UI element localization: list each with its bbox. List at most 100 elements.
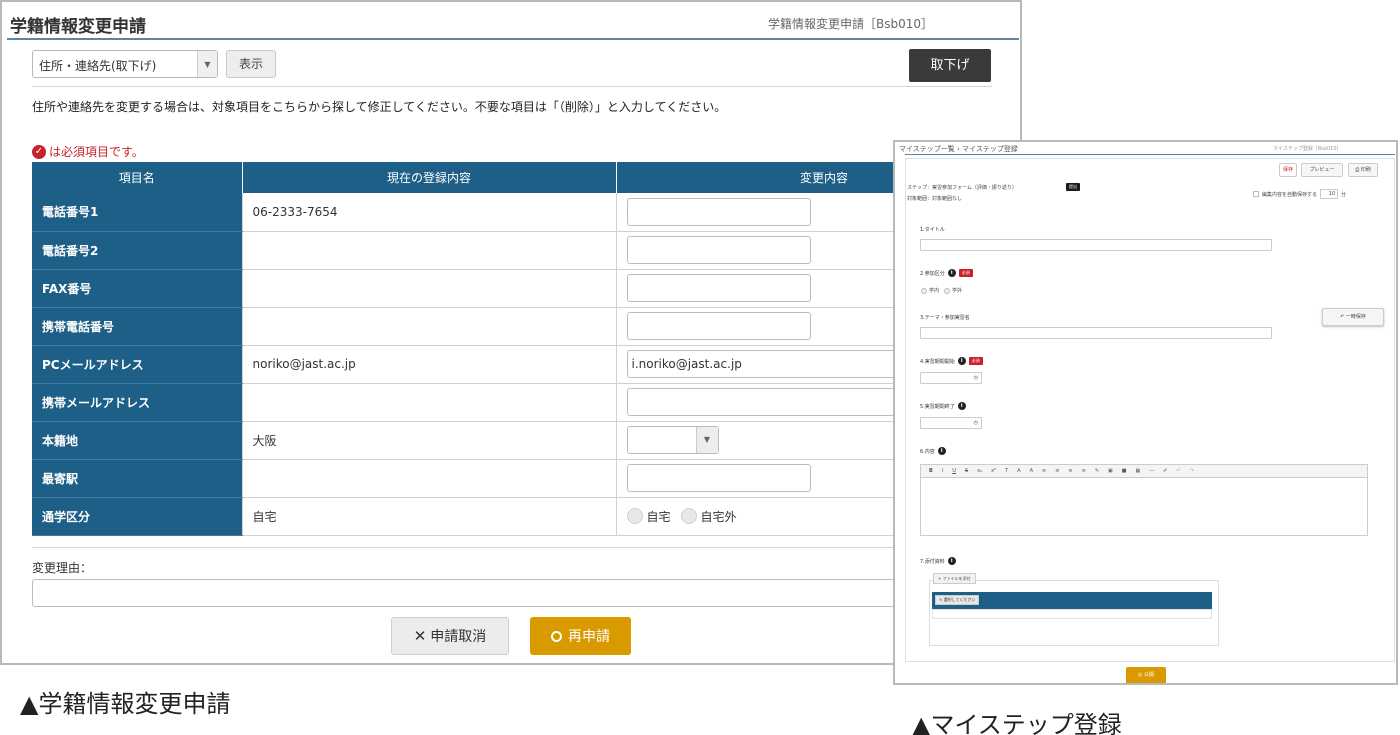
radio-home[interactable] bbox=[626, 508, 643, 524]
resubmit-button[interactable]: 再申請 bbox=[530, 617, 631, 655]
category-radio-group: 学内 学外 bbox=[921, 287, 962, 294]
chevron-down-icon: ▼ bbox=[197, 51, 217, 77]
publish-button[interactable]: ◎ 公開 bbox=[1126, 667, 1166, 683]
domicile-select[interactable]: ▼ bbox=[626, 426, 719, 454]
video-icon[interactable]: ■ bbox=[1122, 468, 1127, 474]
align-right-icon[interactable]: ≡ bbox=[1068, 468, 1072, 474]
resubmit-label: 再申請 bbox=[568, 629, 610, 645]
phone2-input[interactable] bbox=[626, 236, 811, 264]
display-button[interactable]: 表示 bbox=[226, 50, 276, 78]
end-date-input[interactable]: ◷ bbox=[920, 417, 982, 429]
fax-input[interactable] bbox=[626, 274, 811, 302]
theme-input[interactable] bbox=[920, 327, 1272, 339]
radio-off-campus-label: 学外 bbox=[952, 288, 963, 294]
toolbar-divider bbox=[32, 86, 992, 87]
italic-icon[interactable]: I bbox=[942, 468, 943, 474]
reason-divider bbox=[32, 547, 1012, 548]
underline-icon[interactable]: U bbox=[952, 468, 956, 474]
save-button[interactable]: 保存 bbox=[1279, 163, 1297, 177]
list-icon[interactable]: ≡ bbox=[1082, 468, 1086, 474]
printer-icon: ⎙ bbox=[1355, 167, 1360, 173]
info-icon: i bbox=[947, 269, 956, 277]
title-input[interactable] bbox=[920, 239, 1272, 251]
print-button[interactable]: ⎙ 印刷 bbox=[1348, 163, 1378, 177]
subscript-icon[interactable]: x₂ bbox=[977, 468, 982, 474]
redo-icon[interactable]: ↷ bbox=[1190, 468, 1194, 474]
cancel-application-label: 申請取消 bbox=[430, 629, 487, 645]
align-left-icon[interactable]: ≡ bbox=[1042, 468, 1046, 474]
radio-on-campus[interactable] bbox=[921, 287, 927, 294]
table-icon[interactable]: ▦ bbox=[1135, 468, 1140, 474]
category-select[interactable]: 住所・連絡先(取下げ) ▼ bbox=[32, 50, 218, 78]
file-select-chip[interactable]: × 選択してください bbox=[935, 595, 980, 605]
radio-off-campus[interactable] bbox=[944, 287, 951, 294]
field-end-text: 5.実習期間終了 bbox=[920, 403, 955, 410]
table-row-pc-email: PCメールアドレス noriko@jast.ac.jp i.noriko@jas… bbox=[32, 345, 1020, 384]
autosave-unit: 分 bbox=[1341, 191, 1347, 198]
link-icon[interactable]: ✎ bbox=[1095, 468, 1099, 474]
attachment-empty-row bbox=[932, 609, 1212, 619]
image-icon[interactable]: ▣ bbox=[1108, 468, 1113, 474]
category-select-value: 住所・連絡先(取下げ) bbox=[39, 59, 157, 73]
target-range-text: 対象範囲：対象範囲なし bbox=[907, 196, 963, 202]
align-center-icon[interactable]: ≡ bbox=[1055, 468, 1059, 474]
info-icon: i bbox=[947, 557, 956, 565]
temp-save-button[interactable]: ↶ 一時保存 bbox=[1322, 308, 1384, 326]
radio-away[interactable] bbox=[680, 508, 697, 524]
highlight-icon[interactable]: A bbox=[1030, 468, 1033, 474]
step-status-badge: 提出 bbox=[1066, 183, 1080, 191]
table-row-fax: FAX番号 bbox=[32, 269, 1020, 308]
row-label: PCメールアドレス bbox=[32, 345, 242, 384]
table-row-phone2: 電話番号2 bbox=[32, 231, 1020, 270]
superscript-icon[interactable]: x² bbox=[991, 468, 996, 474]
row-label: 携帯メールアドレス bbox=[32, 383, 242, 422]
publish-label: 公開 bbox=[1143, 672, 1154, 678]
pc-email-input[interactable]: i.noriko@jast.ac.jp bbox=[626, 350, 907, 378]
preview-button[interactable]: プレビュー bbox=[1301, 163, 1343, 177]
mystep-title-divider bbox=[905, 154, 1395, 155]
cancel-application-button[interactable]: ✕ 申請取消 bbox=[391, 617, 509, 655]
strikethrough-icon[interactable]: S bbox=[965, 468, 968, 474]
table-row-phone1: 電話番号1 06-2333-7654 bbox=[32, 193, 1020, 232]
table-row-mobile-phone: 携帯電話番号 bbox=[32, 307, 1020, 346]
bold-icon[interactable]: B bbox=[929, 468, 933, 474]
field-title-label: 1.タイトル bbox=[920, 226, 945, 233]
font-color-icon[interactable]: A bbox=[1017, 468, 1020, 474]
radio-home-label: 自宅 bbox=[646, 509, 671, 524]
mystep-register-window: マイステップ一覧 › マイステップ登録 マイステップ登録［Bsa010］ 保存 … bbox=[893, 140, 1398, 685]
student-info-change-window: 学籍情報変更申請 学籍情報変更申請［Bsb010］ 住所・連絡先(取下げ) ▼ … bbox=[0, 0, 1022, 665]
field-content-text: 6.内容 bbox=[920, 448, 935, 455]
mobile-email-input[interactable] bbox=[626, 388, 907, 416]
field-theme-text: 3.テーマ・参加実習名 bbox=[920, 315, 970, 321]
reason-input[interactable] bbox=[32, 579, 1012, 607]
field-attachment-text: 7.添付資料 bbox=[920, 558, 945, 565]
circle-icon bbox=[551, 630, 562, 642]
field-start-text: 4.実習期間開始 bbox=[920, 358, 955, 365]
start-date-input[interactable]: ◷ bbox=[920, 372, 982, 384]
calendar-icon: ◷ bbox=[973, 375, 978, 381]
nearest-station-input[interactable] bbox=[626, 464, 811, 492]
horizontal-rule-icon[interactable]: — bbox=[1149, 468, 1154, 474]
step-text: ステップ：実習参加フォーム（評価・振り返り） bbox=[907, 185, 1017, 191]
row-current-value bbox=[241, 231, 617, 270]
eraser-icon[interactable]: ✐ bbox=[1163, 468, 1167, 474]
info-icon: i bbox=[957, 402, 966, 410]
autosave-minutes-input[interactable]: 10 bbox=[1320, 189, 1339, 199]
close-icon: ✕ bbox=[413, 627, 427, 645]
undo-icon[interactable]: ↶ bbox=[1176, 468, 1180, 474]
row-current-value: 自宅 bbox=[241, 497, 617, 536]
mobile-phone-input[interactable] bbox=[626, 312, 811, 340]
chevron-down-icon: ▼ bbox=[695, 427, 718, 453]
autosave-checkbox[interactable] bbox=[1253, 191, 1259, 197]
attach-file-button[interactable]: + ファイルを添付 bbox=[933, 573, 976, 584]
page-title: 学籍情報変更申請 bbox=[10, 17, 146, 37]
circle-icon: ◎ bbox=[1138, 672, 1143, 678]
font-size-icon[interactable]: T bbox=[1005, 468, 1008, 474]
row-current-value bbox=[241, 383, 617, 422]
withdraw-button[interactable]: 取下げ bbox=[909, 49, 991, 82]
attachment-row: × 選択してください bbox=[932, 592, 1212, 609]
field-end-label: 5.実習期間終了 i bbox=[920, 402, 966, 410]
content-editor[interactable] bbox=[920, 478, 1368, 536]
phone1-input[interactable] bbox=[626, 197, 811, 226]
row-label: 携帯電話番号 bbox=[32, 307, 242, 346]
